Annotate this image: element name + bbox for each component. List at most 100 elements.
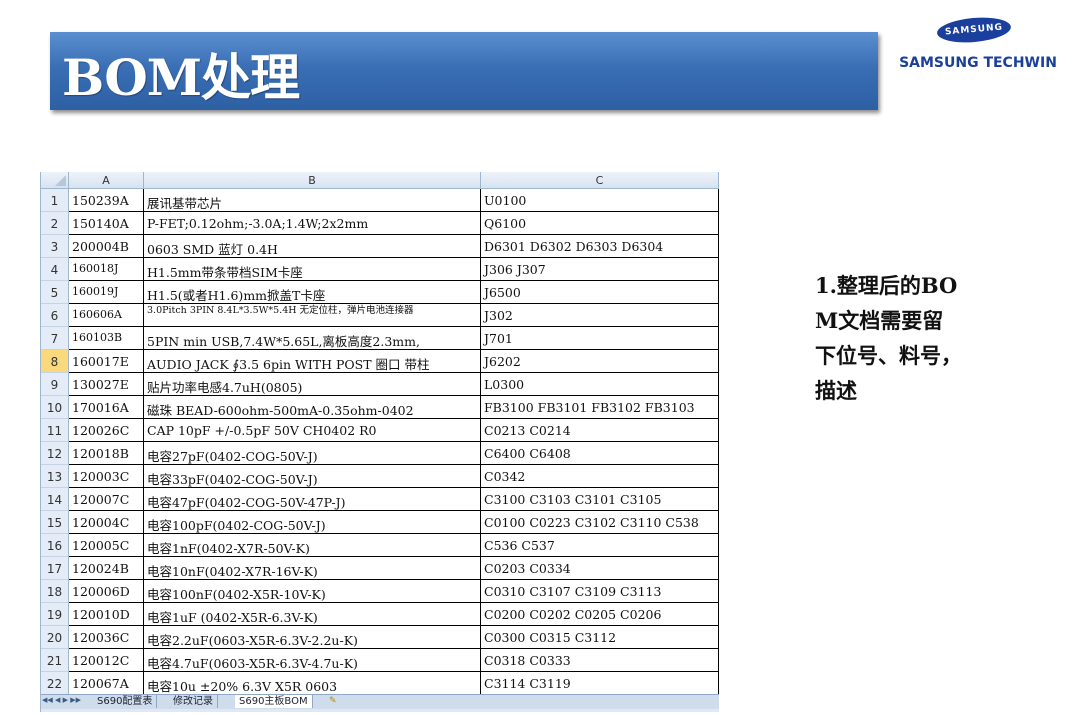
- cell-description[interactable]: 电容2.2uF(0603-X5R-6.3V-2.2u-K): [144, 626, 481, 649]
- table-row[interactable]: 22 120067A 电容10u ±20% 6.3V X5R 0603 C3114 C…: [41, 672, 719, 695]
- table-row[interactable]: 7 160103B 5PIN min USB,7.4W*5.65L,离板高度2.3m…: [41, 327, 719, 350]
- row-number[interactable]: 15: [41, 511, 69, 534]
- cell-description[interactable]: 电容10u ±20% 6.3V X5R 0603: [144, 672, 481, 695]
- table-row[interactable]: 4 160018J H1.5mm带条带档SIM卡座 J306 J307: [41, 258, 719, 281]
- table-row[interactable]: 19 120010D 电容1uF (0402-X5R-6.3V-K) C0200 C0…: [41, 603, 719, 626]
- table-row[interactable]: 12 120018B 电容27pF(0402-COG-50V-J) C6400 C64…: [41, 442, 719, 465]
- table-row[interactable]: 13 120003C 电容33pF(0402-COG-50V-J) C0342: [41, 465, 719, 488]
- cell-reference[interactable]: J6500: [481, 281, 719, 304]
- row-number[interactable]: 17: [41, 557, 69, 580]
- cell-reference[interactable]: C3100 C3103 C3101 C3105: [481, 488, 719, 511]
- row-number[interactable]: 6: [41, 304, 69, 327]
- spreadsheet-view[interactable]: A B C 1 150239A 展讯基带芯片 U0100 2 150140A P-FET;0…: [40, 172, 719, 712]
- table-row[interactable]: 16 120005C 电容1nF(0402-X7R-50V-K) C536 C537: [41, 534, 719, 557]
- cell-reference[interactable]: J6202: [481, 350, 719, 373]
- cell-description[interactable]: 电容1uF (0402-X5R-6.3V-K): [144, 603, 481, 626]
- table-row[interactable]: 20 120036C 电容2.2uF(0603-X5R-6.3V-2.2u-K) C0…: [41, 626, 719, 649]
- table-row[interactable]: 1 150239A 展讯基带芯片 U0100: [41, 189, 719, 212]
- cell-description[interactable]: 3.0Pitch 3PIN 8.4L*3.5W*5.4H 无定位柱，弹片电池连接…: [144, 304, 481, 327]
- cell-reference[interactable]: C6400 C6408: [481, 442, 719, 465]
- table-row[interactable]: 15 120004C 电容100pF(0402-COG-50V-J) C0100 C0…: [41, 511, 719, 534]
- row-number[interactable]: 16: [41, 534, 69, 557]
- select-all-corner[interactable]: [41, 172, 69, 189]
- row-number[interactable]: 13: [41, 465, 69, 488]
- cell-description[interactable]: H1.5(或者H1.6)mm掀盖T卡座: [144, 281, 481, 304]
- cell-reference[interactable]: C0318 C0333: [481, 649, 719, 672]
- cell-description[interactable]: 电容100pF(0402-COG-50V-J): [144, 511, 481, 534]
- row-number[interactable]: 9: [41, 373, 69, 396]
- cell-part-number[interactable]: 120067A: [69, 672, 144, 695]
- sheet-tab[interactable]: 修改记录: [169, 695, 218, 708]
- row-number[interactable]: 5: [41, 281, 69, 304]
- cell-part-number[interactable]: 120010D: [69, 603, 144, 626]
- cell-part-number[interactable]: 120018B: [69, 442, 144, 465]
- cell-part-number[interactable]: 120007C: [69, 488, 144, 511]
- row-number[interactable]: 18: [41, 580, 69, 603]
- cell-description[interactable]: 电容100nF(0402-X5R-10V-K): [144, 580, 481, 603]
- cell-reference[interactable]: C0200 C0202 C0205 C0206: [481, 603, 719, 626]
- row-number[interactable]: 19: [41, 603, 69, 626]
- cell-part-number[interactable]: 120003C: [69, 465, 144, 488]
- cell-part-number[interactable]: 200004B: [69, 235, 144, 258]
- table-row[interactable]: 14 120007C 电容47pF(0402-COG-50V-47P-J) C3100…: [41, 488, 719, 511]
- table-row[interactable]: 10 170016A 磁珠 BEAD-600ohm-500mA-0.35ohm-04…: [41, 396, 719, 419]
- cell-description[interactable]: 电容27pF(0402-COG-50V-J): [144, 442, 481, 465]
- cell-description[interactable]: 电容10nF(0402-X7R-16V-K): [144, 557, 481, 580]
- cell-part-number[interactable]: 130027E: [69, 373, 144, 396]
- cell-part-number[interactable]: 160103B: [69, 327, 144, 350]
- cell-part-number[interactable]: 120005C: [69, 534, 144, 557]
- cell-part-number[interactable]: 170016A: [69, 396, 144, 419]
- cell-reference[interactable]: J701: [481, 327, 719, 350]
- cell-reference[interactable]: J306 J307: [481, 258, 719, 281]
- cell-reference[interactable]: C536 C537: [481, 534, 719, 557]
- sheet-tab[interactable]: S690配置表: [93, 695, 158, 708]
- cell-description[interactable]: 磁珠 BEAD-600ohm-500mA-0.35ohm-0402: [144, 396, 481, 419]
- cell-reference[interactable]: J302: [481, 304, 719, 327]
- cell-description[interactable]: 贴片功率电感4.7uH(0805): [144, 373, 481, 396]
- cell-reference[interactable]: C3114 C3119: [481, 672, 719, 695]
- cell-part-number[interactable]: 160017E: [69, 350, 144, 373]
- cell-part-number[interactable]: 120024B: [69, 557, 144, 580]
- cell-description[interactable]: 电容1nF(0402-X7R-50V-K): [144, 534, 481, 557]
- row-number[interactable]: 10: [41, 396, 69, 419]
- cell-description[interactable]: 0603 SMD 蓝灯 0.4H: [144, 235, 481, 258]
- tab-scroll-arrows-icon[interactable]: ◀◀ ◀ ▶ ▶▶: [42, 696, 81, 704]
- row-number[interactable]: 8: [41, 350, 69, 373]
- cell-reference[interactable]: C0203 C0334: [481, 557, 719, 580]
- cell-reference[interactable]: L0300: [481, 373, 719, 396]
- cell-description[interactable]: H1.5mm带条带档SIM卡座: [144, 258, 481, 281]
- cell-part-number[interactable]: 150239A: [69, 189, 144, 212]
- row-number[interactable]: 1: [41, 189, 69, 212]
- cell-part-number[interactable]: 120004C: [69, 511, 144, 534]
- cell-part-number[interactable]: 120006D: [69, 580, 144, 603]
- row-number[interactable]: 2: [41, 212, 69, 235]
- cell-part-number[interactable]: 160018J: [69, 258, 144, 281]
- row-number[interactable]: 4: [41, 258, 69, 281]
- cell-part-number[interactable]: 160606A: [69, 304, 144, 327]
- row-number[interactable]: 20: [41, 626, 69, 649]
- cell-reference[interactable]: C0100 C0223 C3102 C3110 C538: [481, 511, 719, 534]
- cell-reference[interactable]: Q6100: [481, 212, 719, 235]
- cell-part-number[interactable]: 150140A: [69, 212, 144, 235]
- row-number[interactable]: 22: [41, 672, 69, 695]
- cell-description[interactable]: P-FET;0.12ohm;-3.0A;1.4W;2x2mm: [144, 212, 481, 235]
- table-row[interactable]: 3 200004B 0603 SMD 蓝灯 0.4H D6301 D6302 D630…: [41, 235, 719, 258]
- cell-description[interactable]: 5PIN min USB,7.4W*5.65L,离板高度2.3mm,: [144, 327, 481, 350]
- cell-reference[interactable]: FB3100 FB3101 FB3102 FB3103: [481, 396, 719, 419]
- cell-reference[interactable]: C0300 C0315 C3112: [481, 626, 719, 649]
- insert-sheet-icon[interactable]: ✎: [329, 696, 337, 706]
- cell-description[interactable]: 电容33pF(0402-COG-50V-J): [144, 465, 481, 488]
- column-header-c[interactable]: C: [481, 172, 719, 189]
- table-row[interactable]: 5 160019J H1.5(或者H1.6)mm掀盖T卡座 J6500: [41, 281, 719, 304]
- column-header-b[interactable]: B: [144, 172, 481, 189]
- cell-description[interactable]: 电容4.7uF(0603-X5R-6.3V-4.7u-K): [144, 649, 481, 672]
- table-row[interactable]: 8 160017E AUDIO JACK ∮3.5 6pin WITH POST 圈…: [41, 350, 719, 373]
- table-row[interactable]: 21 120012C 电容4.7uF(0603-X5R-6.3V-4.7u-K) C0…: [41, 649, 719, 672]
- cell-reference[interactable]: C0342: [481, 465, 719, 488]
- table-row[interactable]: 17 120024B 电容10nF(0402-X7R-16V-K) C0203 C03…: [41, 557, 719, 580]
- row-number[interactable]: 11: [41, 419, 69, 442]
- sheet-tab[interactable]: S690主板BOM: [235, 695, 313, 708]
- cell-description[interactable]: AUDIO JACK ∮3.5 6pin WITH POST 圈口 带柱: [144, 350, 481, 373]
- cell-reference[interactable]: C0213 C0214: [481, 419, 719, 442]
- cell-part-number[interactable]: 160019J: [69, 281, 144, 304]
